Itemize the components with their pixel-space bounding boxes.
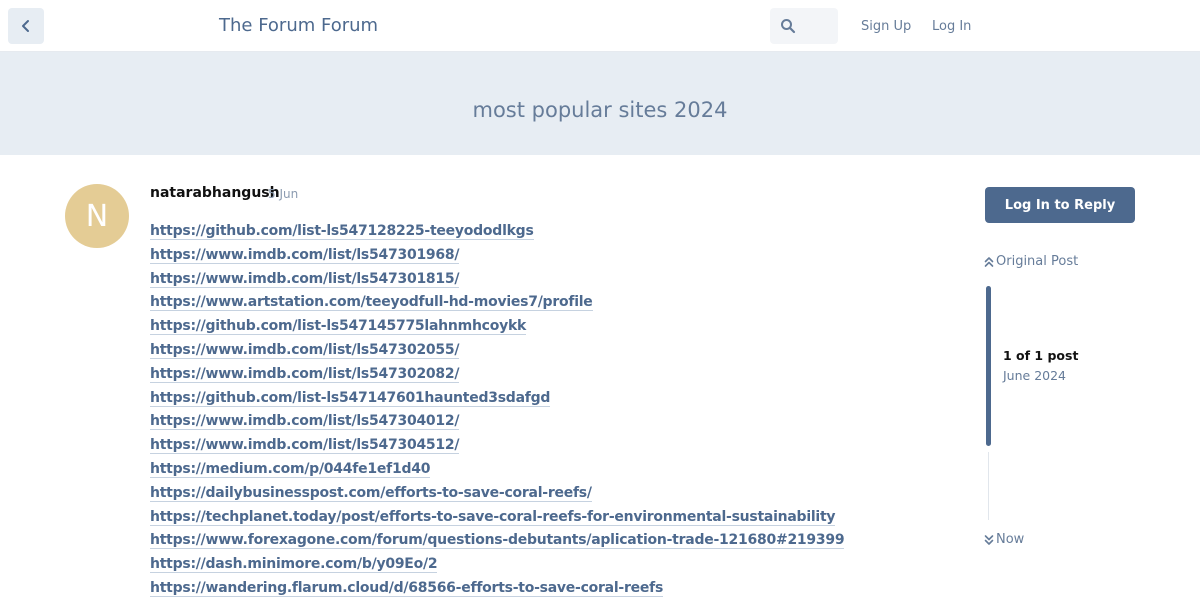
post-link[interactable]: https://www.imdb.com/list/ls547301815/ [150,270,460,288]
list-item: https://medium.com/p/044fe1ef1d40 [150,458,844,482]
scrubber-month: June 2024 [1003,368,1067,383]
list-item: https://www.artstation.com/teeyodfull-hd… [150,291,844,315]
list-item: https://www.imdb.com/list/ls547301815/ [150,268,844,292]
list-item: https://dailybusinesspost.com/efforts-to… [150,482,844,506]
discussion-title: most popular sites 2024 [472,98,728,122]
list-item: https://www.imdb.com/list/ls547301968/ [150,244,844,268]
post-link[interactable]: https://www.imdb.com/list/ls547304012/ [150,413,460,431]
list-item: https://github.com/list-ls547128225-teey… [150,220,844,244]
post-link[interactable]: https://dailybusinesspost.com/efforts-to… [150,484,592,502]
back-button[interactable] [8,8,44,44]
post-link[interactable]: https://www.forexagone.com/forum/questio… [150,532,845,550]
scrubber-post-count: 1 of 1 post [1003,348,1079,363]
list-item: https://github.com/list-ls547145775lahnm… [150,315,844,339]
double-chevron-up-icon [984,257,994,267]
now-link[interactable]: Now [984,532,1024,548]
avatar-letter: N [85,198,109,234]
scrubber-handle[interactable] [986,286,991,446]
original-post-label: Original Post [996,254,1079,269]
list-item: https://www.imdb.com/list/ls547302082/ [150,363,844,387]
list-item: https://wandering.flarum.cloud/d/68566-e… [150,577,844,601]
post-link[interactable]: https://www.imdb.com/list/ls547302055/ [150,341,460,359]
list-item: https://dash.minimore.com/b/y09Eo/2 [150,553,844,577]
post-link[interactable]: https://www.artstation.com/teeyodfull-hd… [150,294,593,312]
original-post-link[interactable]: Original Post [984,254,1078,270]
post-link[interactable]: https://wandering.flarum.cloud/d/68566-e… [150,579,663,597]
avatar[interactable]: N [65,184,129,248]
post-link[interactable]: https://www.imdb.com/list/ls547301968/ [150,246,460,264]
list-item: https://www.imdb.com/list/ls547304012/ [150,410,844,434]
post-date[interactable]: 5 Jun [268,186,298,202]
scrubber-track[interactable] [988,452,989,520]
post-link[interactable]: https://github.com/list-ls547147601haunt… [150,389,550,407]
post-link[interactable]: https://www.imdb.com/list/ls547304512/ [150,437,460,455]
list-item: https://techplanet.today/post/efforts-to… [150,506,844,530]
post-author[interactable]: natarabhangush [150,184,280,202]
double-chevron-down-icon [984,535,994,545]
search-input[interactable] [770,8,838,44]
top-header: The Forum Forum Sign Up Log In [0,0,1200,52]
discussion-hero: most popular sites 2024 [0,52,1200,155]
log-in-to-reply-button[interactable]: Log In to Reply [985,187,1135,223]
post-link[interactable]: https://github.com/list-ls547128225-teey… [150,223,534,240]
post-link[interactable]: https://www.imdb.com/list/ls547302082/ [150,365,460,383]
site-title[interactable]: The Forum Forum [219,14,378,38]
list-item: https://www.forexagone.com/forum/questio… [150,529,845,553]
post-link[interactable]: https://medium.com/p/044fe1ef1d40 [150,460,430,478]
post-link[interactable]: https://github.com/list-ls547145775lahnm… [150,318,526,336]
search-icon [781,19,796,34]
chevron-left-icon [22,20,29,32]
post-body: https://github.com/list-ls547128225-teey… [150,220,845,601]
post-link[interactable]: https://techplanet.today/post/efforts-to… [150,508,836,526]
list-item: https://www.imdb.com/list/ls547304512/ [150,434,844,458]
log-in-link[interactable]: Log In [932,18,971,36]
sign-up-link[interactable]: Sign Up [861,18,911,36]
list-item: https://github.com/list-ls547147601haunt… [150,387,844,411]
list-item: https://www.imdb.com/list/ls547302055/ [150,339,844,363]
now-label: Now [996,532,1025,547]
post-link[interactable]: https://dash.minimore.com/b/y09Eo/2 [150,556,438,574]
